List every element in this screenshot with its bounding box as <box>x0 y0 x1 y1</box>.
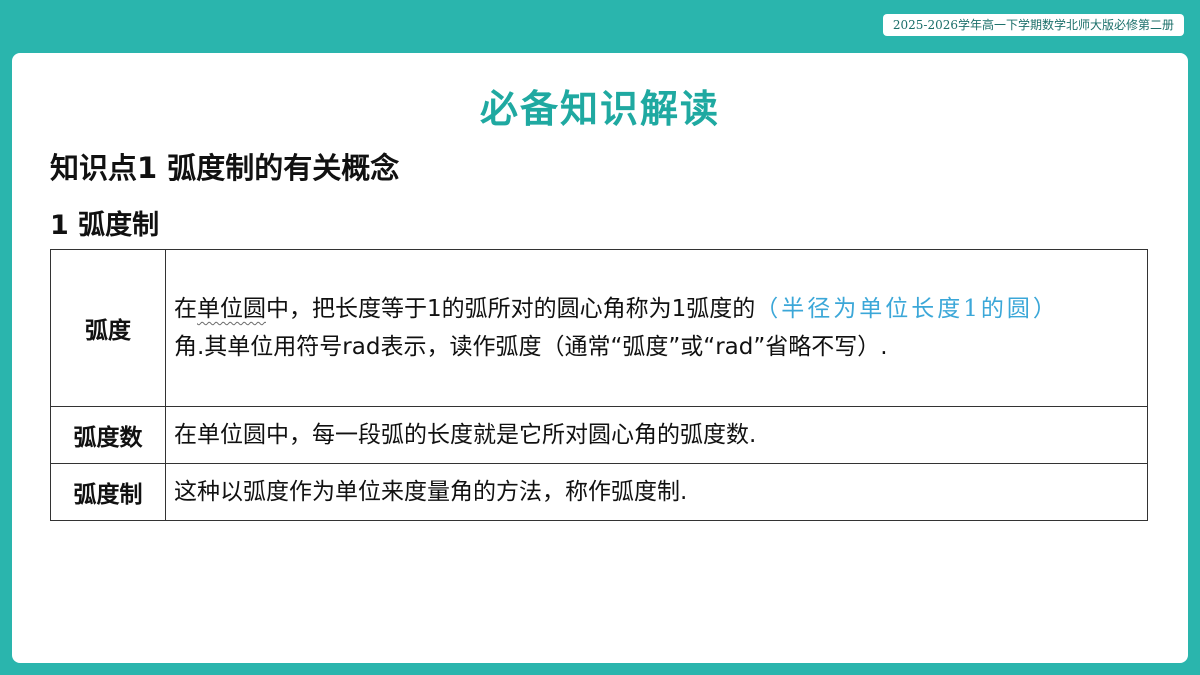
definition-cell: 在单位圆中，把长度等于1的弧所对的圆心角称为1弧度的（半径为单位长度1的圆） 角.… <box>165 249 1148 407</box>
sub-title: 1 弧度制 <box>50 210 160 241</box>
table-row: 弧度数 在单位圆中，每一段弧的长度就是它所对圆心角的弧度数. <box>50 406 1148 464</box>
definition-text: 角.其单位用符号rad表示，读作弧度（通常“弧度”或“rad”省略不写）. <box>174 334 888 360</box>
page-title: 必备知识解读 <box>479 87 720 131</box>
term-cell: 弧度制 <box>50 463 166 521</box>
definition-cell: 在单位圆中，每一段弧的长度就是它所对圆心角的弧度数. <box>165 406 1148 464</box>
table-row: 弧度制 这种以弧度作为单位来度量角的方法，称作弧度制. <box>50 463 1148 521</box>
term-cell: 弧度数 <box>50 406 166 464</box>
section-title: 知识点1 弧度制的有关概念 <box>50 151 400 185</box>
textbook-badge: 2025-2026学年高一下学期数学北师大版必修第二册 <box>882 14 1184 36</box>
definition-table: 弧度 在单位圆中，把长度等于1的弧所对的圆心角称为1弧度的（半径为单位长度1的圆… <box>50 249 1148 521</box>
table-row: 弧度 在单位圆中，把长度等于1的弧所对的圆心角称为1弧度的（半径为单位长度1的圆… <box>50 249 1148 407</box>
term-cell: 弧度 <box>50 249 166 407</box>
definition-text: 中，把长度等于1的弧所对的圆心角称为1弧度的 <box>266 296 756 322</box>
definition-cell: 这种以弧度作为单位来度量角的方法，称作弧度制. <box>165 463 1148 521</box>
emphasized-term: 单位圆 <box>197 296 266 322</box>
definition-text: 在 <box>174 296 197 322</box>
annotation-note: （半径为单位长度1的圆） <box>755 296 1059 322</box>
